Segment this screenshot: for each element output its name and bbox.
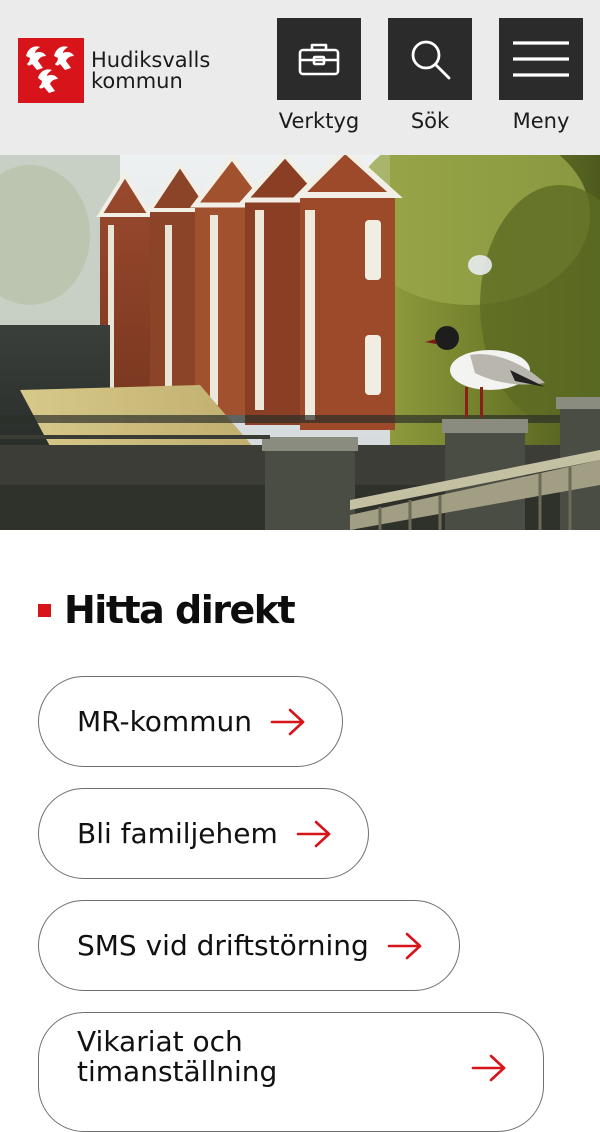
toolbox-icon	[298, 43, 340, 76]
arrow-right-icon	[270, 708, 305, 735]
link-label: SMS vid driftstörning	[77, 928, 369, 962]
menu-button[interactable]: Meny	[499, 18, 583, 134]
arrow-right-icon	[387, 932, 422, 959]
link-vikariat[interactable]: Vikariat och timanställning	[38, 1012, 544, 1132]
link-label: Vikariat och timanställning	[77, 1025, 278, 1088]
search-button[interactable]: Sök	[388, 18, 472, 134]
logo-line-2: kommun	[91, 68, 183, 93]
arrow-right-icon	[471, 1054, 506, 1082]
menu-label: Meny	[512, 109, 570, 133]
goat-logo-icon	[18, 38, 84, 103]
link-label: MR-kommun	[77, 704, 252, 738]
tools-label: Verktyg	[278, 109, 360, 133]
tools-button[interactable]: Verktyg	[277, 18, 361, 134]
search-label: Sök	[410, 109, 450, 133]
menu-button-box[interactable]	[499, 18, 583, 100]
logo-wordmark: Hudiksvalls kommun	[91, 47, 211, 93]
link-mr-kommun[interactable]: MR-kommun	[38, 676, 343, 767]
arrow-right-icon	[296, 820, 331, 847]
heading-marker	[38, 603, 51, 617]
search-icon	[411, 40, 451, 80]
link-label: Bli familjehem	[77, 816, 278, 850]
logo-line-1: Hudiksvalls	[91, 47, 211, 72]
link-bli-familjehem[interactable]: Bli familjehem	[38, 788, 369, 879]
logo-link[interactable]: Hudiksvalls kommun	[18, 38, 210, 103]
site-header: Hudiksvalls kommun Verktyg Sök Meny	[0, 0, 600, 155]
hero-image	[0, 155, 600, 530]
tools-button-box[interactable]	[277, 18, 361, 100]
link-sms-driftstorning[interactable]: SMS vid driftstörning	[38, 900, 460, 991]
hamburger-menu-icon	[513, 41, 569, 77]
search-button-box[interactable]	[388, 18, 472, 100]
find-direct-title: Hitta direkt	[64, 588, 296, 632]
find-direct-heading: Hitta direkt	[38, 584, 296, 636]
